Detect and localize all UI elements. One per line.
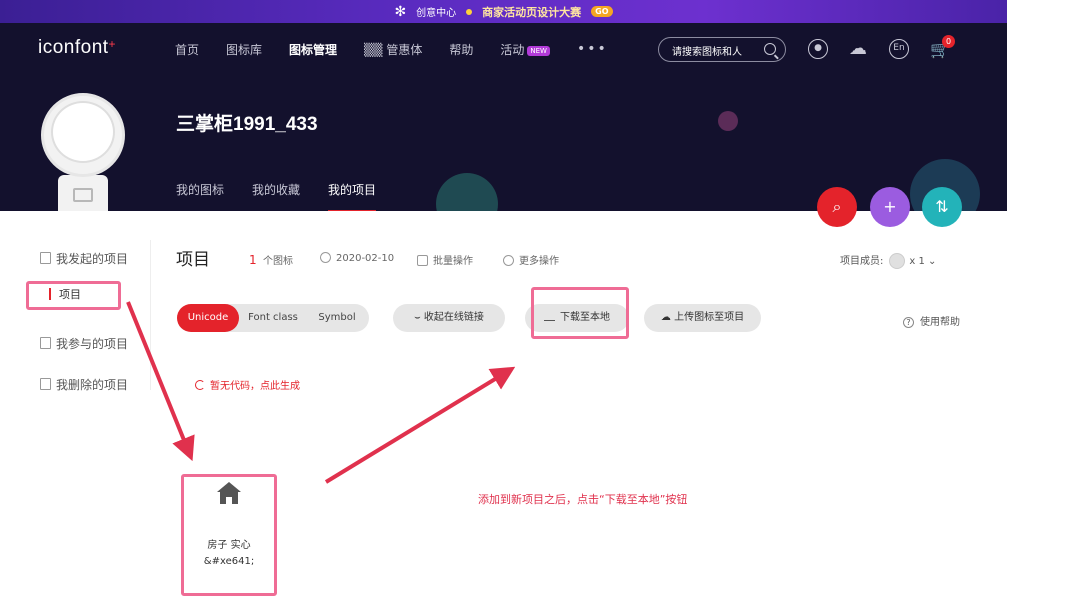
help-label: 使用帮助: [920, 317, 960, 328]
more-icon[interactable]: •••: [577, 41, 608, 58]
nav-font[interactable]: ▒▒ 管惠体: [364, 41, 422, 58]
dot-icon: [466, 8, 473, 15]
sidebar-item-label: 我发起的项目: [56, 252, 129, 266]
nav-icon-library[interactable]: 图标库: [226, 41, 262, 58]
batch-operation-button[interactable]: 批量操作: [417, 252, 473, 267]
more-operations-label: 更多操作: [519, 256, 559, 267]
page: ✻ 创意中心 商家活动页设计大赛 GO iconfont+ 首页 图标库 图标管…: [0, 0, 1075, 604]
profile-tabs: 我的图标 我的收藏 我的项目: [176, 181, 404, 211]
sidebar-item-joined[interactable]: 我参与的项目: [40, 335, 128, 352]
username: 三掌柜1991_433: [176, 114, 318, 135]
members-count: x 1: [909, 256, 925, 267]
sort-fab-button[interactable]: ⇅: [922, 187, 962, 227]
nav-activity[interactable]: 活动 NEW: [500, 41, 550, 58]
logo-plus: +: [108, 37, 117, 51]
upload-label: 上传图标至项目: [674, 312, 745, 323]
sidebar-item-created[interactable]: 我发起的项目: [40, 250, 128, 267]
icon-count-unit: 个图标: [263, 256, 293, 267]
annotation-note: 添加到新项目之后，点击“下载至本地”按钮: [478, 493, 688, 506]
nav-icon-management[interactable]: 图标管理: [289, 41, 337, 58]
document-icon: [40, 378, 51, 390]
avatar-chest: [73, 188, 93, 202]
upload-cloud-icon: ☁: [660, 312, 675, 323]
chevron-down-icon: ⌄: [928, 256, 937, 267]
help-link[interactable]: ? 使用帮助: [903, 313, 960, 328]
generate-code-label: 暂无代码，点此生成: [210, 381, 300, 392]
language-button[interactable]: En: [889, 39, 909, 59]
highlight-box-icon-card: [181, 474, 277, 596]
project-title: 项目: [176, 250, 210, 270]
banner-left-text: 创意中心: [416, 8, 457, 19]
banner-title: 商家活动页设计大赛: [482, 5, 582, 19]
add-folder-fab-button[interactable]: +: [870, 187, 910, 227]
upload-cloud-icon[interactable]: ☁: [848, 39, 868, 59]
user-avatar[interactable]: [41, 93, 125, 211]
project-members[interactable]: 项目成员: x 1 ⌄: [840, 252, 936, 269]
search-input[interactable]: 请搜索图标和人: [658, 37, 786, 62]
search-icon: ⌕: [832, 197, 842, 216]
nav-activity-label: 活动: [500, 43, 525, 57]
members-label: 项目成员:: [840, 256, 884, 267]
nav-help[interactable]: 帮助: [449, 41, 473, 58]
promo-banner[interactable]: ✻ 创意中心 商家活动页设计大赛 GO: [0, 0, 1007, 23]
avatar-visor: [51, 101, 115, 163]
clock-icon: [320, 252, 331, 263]
site-header: iconfont+ 首页 图标库 图标管理 ▒▒ 管惠体 帮助 活动 NEW ••…: [0, 23, 1007, 211]
grid-icon: [417, 255, 428, 266]
refresh-icon: [195, 380, 205, 390]
icon-count: 1 个图标: [249, 252, 293, 267]
decorative-blob: [436, 173, 498, 211]
cart-count-badge: 0: [942, 35, 955, 48]
new-badge: NEW: [527, 45, 550, 56]
snowflake-icon: ✻: [394, 3, 407, 20]
tab-unicode[interactable]: Unicode: [177, 304, 239, 332]
document-icon: [40, 337, 51, 349]
batch-operation-label: 批量操作: [433, 256, 473, 267]
online-link-label: 收起在线链接: [423, 312, 484, 323]
decorative-blob: [718, 111, 738, 131]
highlight-box-project: [26, 281, 121, 310]
nav-home[interactable]: 首页: [175, 41, 199, 58]
upload-icons-button[interactable]: ☁ 上传图标至项目: [644, 304, 761, 332]
sort-icon: ⇅: [935, 197, 949, 216]
add-folder-icon: +: [883, 197, 897, 216]
logo-text: iconfont: [38, 37, 109, 58]
sidebar-item-deleted[interactable]: 我删除的项目: [40, 376, 128, 393]
tab-font-class[interactable]: Font class: [243, 304, 303, 332]
more-operations-button[interactable]: 更多操作: [503, 252, 559, 267]
question-icon: ?: [903, 317, 914, 328]
highlight-box-download: [531, 287, 629, 339]
tab-my-icons[interactable]: 我的图标: [176, 181, 224, 211]
tab-symbol[interactable]: Symbol: [307, 304, 367, 332]
toggle-online-link-button[interactable]: ⌣ 收起在线链接: [393, 304, 505, 332]
sidebar-item-label: 我删除的项目: [56, 378, 129, 392]
code-type-tabs: Unicode Font class Symbol: [177, 304, 369, 332]
search-placeholder: 请搜索图标和人: [672, 47, 742, 58]
banner-go-button[interactable]: GO: [591, 6, 613, 17]
site-logo[interactable]: iconfont+: [38, 37, 116, 59]
search-fab-button[interactable]: ⌕: [817, 187, 857, 227]
arrow-to-download: [324, 366, 516, 484]
project-date: 2020-02-10: [320, 252, 394, 264]
member-avatar: [889, 253, 906, 269]
search-icon[interactable]: [764, 43, 776, 55]
generate-code-link[interactable]: 暂无代码，点此生成: [195, 377, 300, 392]
eye-closed-icon: ⌣: [414, 312, 424, 323]
tab-my-favorites[interactable]: 我的收藏: [252, 181, 300, 211]
avatar-icon[interactable]: ●: [808, 39, 828, 59]
tab-my-projects[interactable]: 我的项目: [328, 181, 377, 211]
sidebar-divider: [150, 240, 151, 390]
icon-count-number: 1: [249, 253, 257, 267]
main-nav: 首页 图标库 图标管理 ▒▒ 管惠体 帮助 活动 NEW •••: [175, 41, 608, 58]
project-date-text: 2020-02-10: [336, 253, 395, 264]
sidebar-item-label: 我参与的项目: [56, 337, 129, 351]
document-icon: [40, 252, 51, 264]
more-icon: [503, 255, 514, 266]
